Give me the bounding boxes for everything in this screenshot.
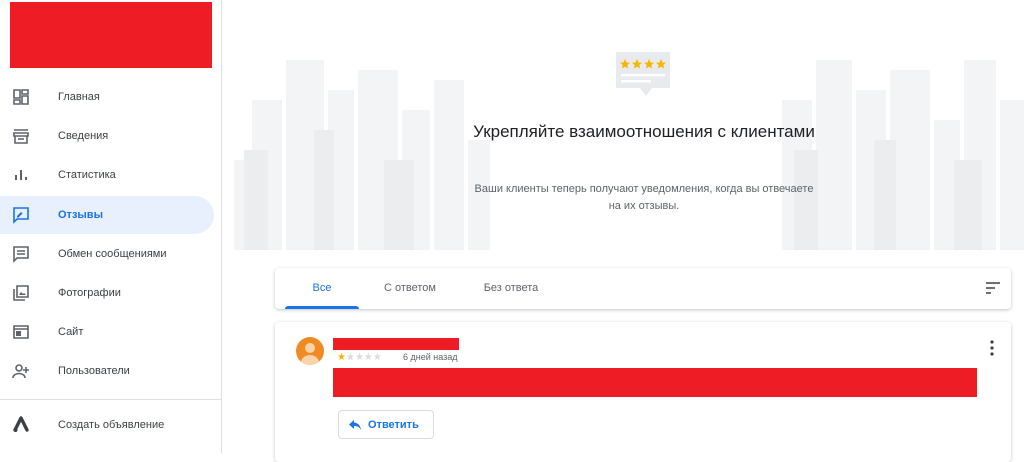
redacted-reviewer-name [333,338,459,350]
page-title: Укрепляйте взаимоотношения с клиентами [473,122,815,141]
main-content: Укрепляйте взаимоотношения с клиентами В… [222,0,1024,462]
review-filter-tabs: Все С ответом Без ответа [275,268,1011,309]
redacted-review-text [333,368,977,397]
more-vert-icon[interactable] [989,340,995,356]
sidebar-item-label: Создать объявление [58,419,165,431]
sidebar: Главная Сведения Статистика Отзывы Обмен… [0,0,222,453]
person-icon [300,343,320,365]
google-ads-icon [13,416,29,432]
sidebar-item-label: Главная [58,91,100,103]
sidebar-item-home[interactable]: Главная [0,78,214,116]
tab-label: Без ответа [483,282,539,294]
tab-all[interactable]: Все [285,268,359,309]
page-subtitle: Ваши клиенты теперь получают уведомления… [474,183,814,212]
star-rating: ★★★★★ [337,352,382,363]
sidebar-item-website[interactable]: Сайт [0,313,214,351]
sidebar-item-users[interactable]: Пользователи [0,352,214,390]
bar-chart-icon [15,170,27,180]
sort-icon[interactable] [985,281,1001,295]
star-empty-icon: ★ [372,352,382,363]
active-tab-indicator [285,306,359,309]
rating-speech-bubble-icon [616,52,670,96]
sidebar-item-reviews[interactable]: Отзывы [0,196,214,234]
redacted-business-name [10,2,212,68]
sidebar-item-label: Фотографии [58,287,121,299]
sidebar-item-label: Сайт [58,326,84,338]
sidebar-item-create-ad[interactable]: Создать объявление [0,406,214,444]
storefront-icon [13,129,29,144]
sidebar-item-label: Сведения [58,130,109,142]
message-icon [13,246,29,263]
reply-button-label: Ответить [368,418,419,431]
star-empty-icon: ★ [354,352,364,363]
sidebar-item-statistics[interactable]: Статистика [0,156,214,194]
review-age: 6 дней назад [403,352,458,362]
tab-unreplied[interactable]: Без ответа [469,268,553,309]
sidebar-item-label: Пользователи [58,365,130,377]
reply-arrow-icon [349,419,361,430]
star-filled-icon: ★ [337,352,346,363]
sidebar-item-label: Отзывы [58,209,103,221]
star-empty-icon: ★ [345,352,355,363]
photo-library-icon [13,285,29,301]
reviews-icon [13,207,29,224]
tab-replied[interactable]: С ответом [371,268,449,309]
tab-label: Все [312,282,332,294]
website-icon [13,325,29,339]
sidebar-item-label: Статистика [58,169,116,181]
dashboard-icon [13,89,29,105]
sidebar-item-info[interactable]: Сведения [0,117,214,155]
sidebar-item-label: Обмен сообщениями [58,248,167,260]
avatar [296,337,324,365]
reply-button[interactable]: Ответить [338,410,434,439]
add-user-icon [12,364,29,379]
sidebar-item-messaging[interactable]: Обмен сообщениями [0,235,214,273]
review-card: ★★★★★ 6 дней назад Ответить [275,322,1011,462]
sidebar-divider [0,399,221,400]
sidebar-item-photos[interactable]: Фотографии [0,274,214,312]
tab-label: С ответом [384,282,436,294]
star-empty-icon: ★ [363,352,373,363]
